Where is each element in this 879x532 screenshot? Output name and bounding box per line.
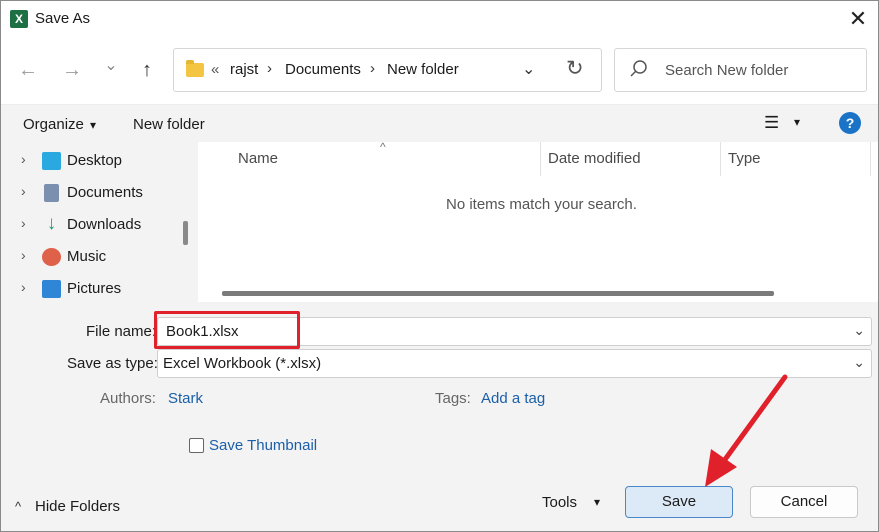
save-thumbnail-checkbox[interactable] bbox=[189, 438, 204, 453]
expand-chevron-icon[interactable]: › bbox=[21, 247, 26, 263]
breadcrumb-separator: › bbox=[267, 60, 272, 77]
new-folder-button[interactable]: New folder bbox=[133, 116, 205, 133]
recent-locations-chevron-icon[interactable]: ⌄ bbox=[98, 53, 124, 79]
column-divider[interactable] bbox=[870, 142, 871, 176]
sidebar-item-documents[interactable]: › Documents bbox=[1, 177, 181, 209]
sidebar-item-label: Pictures bbox=[67, 280, 122, 297]
tags-label: Tags: bbox=[435, 390, 471, 407]
sidebar-item-downloads[interactable]: › ↓ Downloads bbox=[1, 209, 181, 241]
search-box[interactable]: Search New folder bbox=[614, 48, 867, 92]
close-icon[interactable]: ✕ bbox=[847, 7, 869, 31]
address-bar[interactable]: « rajst › Documents › New folder ⌄ ↻ bbox=[173, 48, 602, 92]
save-as-type-value: Excel Workbook (*.xlsx) bbox=[163, 355, 322, 372]
organize-button[interactable]: Organize ▾ bbox=[23, 116, 96, 133]
file-list: ^ Name Date modified Type No items match… bbox=[200, 140, 878, 302]
breadcrumb-item-documents[interactable]: Documents bbox=[285, 61, 361, 78]
desktop-icon bbox=[42, 152, 61, 170]
organize-caret-icon: ▾ bbox=[90, 118, 97, 132]
save-thumbnail-label[interactable]: Save Thumbnail bbox=[209, 437, 317, 454]
downloads-icon: ↓ bbox=[46, 213, 57, 234]
search-placeholder: Search New folder bbox=[665, 62, 789, 79]
annotation-arrow-icon bbox=[705, 374, 788, 487]
horizontal-scrollbar-thumb[interactable] bbox=[222, 291, 774, 296]
sidebar-item-label: Downloads bbox=[67, 216, 142, 233]
tools-button[interactable]: Tools bbox=[542, 494, 577, 511]
navigation-pane: › Desktop › Documents › ↓ Downloads › Mu… bbox=[1, 142, 198, 302]
breadcrumb-overflow[interactable]: « bbox=[211, 61, 219, 78]
column-divider[interactable] bbox=[540, 142, 541, 176]
forward-arrow-icon[interactable]: → bbox=[59, 57, 85, 83]
address-dropdown-chevron-icon[interactable]: ⌄ bbox=[522, 59, 535, 79]
column-header-date-modified[interactable]: Date modified bbox=[548, 150, 641, 167]
hide-folders-caret-icon[interactable]: ^ bbox=[15, 499, 21, 514]
save-as-type-dropdown-chevron-icon[interactable]: ⌄ bbox=[853, 354, 865, 371]
pictures-icon bbox=[42, 280, 61, 298]
breadcrumb-separator: › bbox=[370, 60, 375, 77]
navigation-scrollbar-thumb[interactable] bbox=[183, 221, 188, 245]
command-toolbar: Organize ▾ New folder ☰ ▾ ? bbox=[1, 104, 878, 142]
excel-app-icon: X bbox=[10, 10, 28, 28]
authors-label: Authors: bbox=[100, 390, 156, 407]
expand-chevron-icon[interactable]: › bbox=[21, 215, 26, 231]
save-as-type-label: Save as type: bbox=[67, 355, 158, 372]
view-options-icon[interactable]: ☰ bbox=[764, 113, 779, 133]
column-divider[interactable] bbox=[720, 142, 721, 176]
expand-chevron-icon[interactable]: › bbox=[21, 151, 26, 167]
add-tag-link[interactable]: Add a tag bbox=[481, 390, 545, 407]
breadcrumb-item-new-folder[interactable]: New folder bbox=[387, 61, 459, 78]
sidebar-item-music[interactable]: › Music bbox=[1, 241, 181, 273]
file-name-label: File name: bbox=[86, 323, 157, 340]
sidebar-item-label: Desktop bbox=[67, 152, 123, 169]
documents-icon bbox=[44, 184, 59, 202]
window-title: Save As bbox=[35, 10, 91, 27]
up-arrow-icon[interactable]: ↑ bbox=[134, 57, 160, 83]
sidebar-item-pictures[interactable]: › Pictures bbox=[1, 273, 181, 305]
view-options-caret-icon[interactable]: ▾ bbox=[794, 115, 800, 129]
sidebar-item-label: Music bbox=[67, 248, 107, 265]
search-icon bbox=[630, 60, 647, 77]
folder-icon bbox=[186, 60, 204, 77]
help-icon[interactable]: ? bbox=[839, 112, 861, 134]
authors-value[interactable]: Stark bbox=[168, 390, 203, 407]
music-icon bbox=[42, 248, 61, 266]
breadcrumb-item-rajst[interactable]: rajst bbox=[230, 61, 258, 78]
expand-chevron-icon[interactable]: › bbox=[21, 279, 26, 295]
back-arrow-icon[interactable]: ← bbox=[15, 57, 41, 83]
organize-label: Organize bbox=[23, 116, 84, 133]
file-name-highlight-box bbox=[154, 311, 300, 349]
save-as-dialog: X Save As ✕ ← → ⌄ ↑ « rajst › Documents … bbox=[0, 0, 879, 532]
expand-chevron-icon[interactable]: › bbox=[21, 183, 26, 199]
tools-caret-icon[interactable]: ▾ bbox=[594, 495, 600, 509]
column-header-type[interactable]: Type bbox=[728, 150, 761, 167]
sort-ascending-icon: ^ bbox=[380, 140, 386, 154]
column-header-name[interactable]: Name bbox=[238, 150, 278, 167]
file-name-dropdown-chevron-icon[interactable]: ⌄ bbox=[853, 322, 865, 339]
hide-folders-button[interactable]: Hide Folders bbox=[35, 498, 120, 515]
sidebar-item-desktop[interactable]: › Desktop bbox=[1, 145, 181, 177]
title-bar: X Save As ✕ bbox=[1, 1, 878, 37]
sidebar-item-label: Documents bbox=[67, 184, 143, 201]
refresh-icon[interactable]: ↻ bbox=[566, 56, 584, 81]
empty-list-message: No items match your search. bbox=[446, 196, 637, 213]
